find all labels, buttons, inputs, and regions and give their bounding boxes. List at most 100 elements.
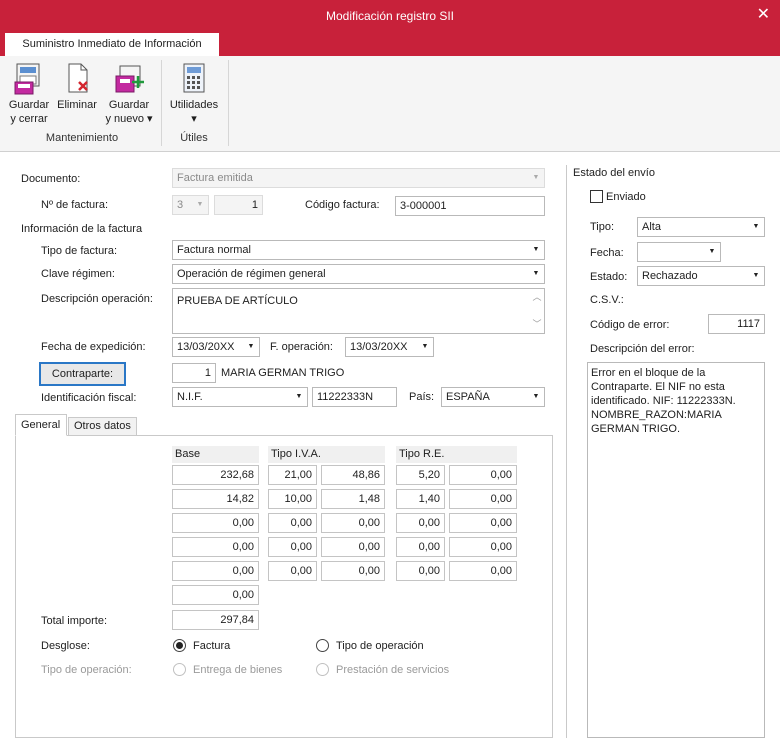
iva-tipo-cell[interactable]: 0,00 [268,537,317,557]
descripcion-scrollbar[interactable]: ︿ ﹀ [530,289,544,333]
delete-document-icon [68,63,88,93]
enviado-checkbox[interactable] [590,190,603,203]
utilidades-label: Utilidades [169,99,219,111]
re-cuota-cell[interactable]: 0,00 [449,561,517,581]
tab-general[interactable]: General [15,414,67,436]
desglose-factura-radio[interactable] [173,639,186,652]
nfactura-num-field: 1 [214,195,263,215]
iva-cuota-cell[interactable]: 0,00 [321,561,385,581]
iva-cuota-cell[interactable]: 0,00 [321,513,385,533]
descripcion-value: PRUEBA DE ARTÍCULO [177,295,298,307]
pais-value: ESPAÑA [446,391,490,403]
base-extra-cell[interactable]: 0,00 [172,585,259,605]
eliminar-button[interactable]: Eliminar [54,62,100,112]
re-tipo-cell[interactable]: 0,00 [396,561,445,581]
documento-value: Factura emitida [177,172,253,184]
total-importe-field: 297,84 [172,610,259,630]
re-cuota-cell[interactable]: 0,00 [449,489,517,509]
iva-tipo-cell[interactable]: 21,00 [268,465,317,485]
re-tipo-cell[interactable]: 0,00 [396,513,445,533]
descripcion-textarea[interactable]: PRUEBA DE ARTÍCULO ︿ ﹀ [172,288,545,334]
estado-value: Rechazado [642,270,698,282]
title-bar: Modificación registro SII ✕ [0,0,780,32]
guardar-cerrar-button[interactable]: Guardar y cerrar [6,62,52,126]
re-cuota-cell[interactable]: 0,00 [449,537,517,557]
estado-label: Estado: [590,271,628,283]
fecha-expedicion-field[interactable]: 13/03/20XX ▼ [172,337,260,357]
group-mantenimiento-label: Mantenimiento [45,132,119,144]
codigo-error-field[interactable]: 1117 [708,314,765,334]
re-tipo-cell[interactable]: 1,40 [396,489,445,509]
codigo-factura-field[interactable]: 3-000001 [395,196,545,216]
iva-cuota-cell[interactable]: 48,86 [321,465,385,485]
descripcion-error-textarea[interactable]: Error en el bloque de la Contraparte. El… [587,362,765,738]
prestacion-servicios-label: Prestación de servicios [336,664,450,676]
eliminar-label: Eliminar [57,99,97,111]
desglose-tipo-operacion-label: Tipo de operación [336,640,424,652]
close-icon[interactable]: ✕ [757,4,770,24]
tipo-value: Alta [642,221,661,233]
re-tipo-cell[interactable]: 0,00 [396,537,445,557]
base-cell[interactable]: 14,82 [172,489,259,509]
base-cell[interactable]: 0,00 [172,561,259,581]
total-importe-label: Total importe: [41,615,108,627]
base-cell[interactable]: 0,00 [172,537,259,557]
ribbon-separator [161,60,162,146]
tipo-factura-select[interactable]: Factura normal ▼ [172,240,545,260]
pais-label: País: [409,391,435,403]
clave-regimen-select[interactable]: Operación de régimen general ▼ [172,264,545,284]
estado-envio-heading: Estado del envío [573,167,655,179]
entrega-bienes-label: Entrega de bienes [193,664,283,676]
fecha-expedicion-value: 13/03/20XX [177,341,235,353]
desglose-factura-label: Factura [193,640,231,652]
fecha-label: Fecha: [590,247,624,259]
re-cuota-cell[interactable]: 0,00 [449,513,517,533]
scroll-up-icon[interactable]: ︿ [530,291,544,304]
base-cell[interactable]: 232,68 [172,465,259,485]
tipo-factura-label: Tipo de factura: [41,245,118,257]
desglose-tipo-operacion-radio[interactable] [316,639,329,652]
identificacion-num-field[interactable]: 11222333N [312,387,397,407]
contraparte-name: MARIA GERMAN TRIGO [221,367,345,379]
scroll-down-icon[interactable]: ﹀ [530,318,544,331]
chevron-down-icon: ▼ [752,223,760,230]
estado-select[interactable]: Rechazado ▼ [637,266,765,286]
tipo-select[interactable]: Alta ▼ [637,217,765,237]
fecha-field[interactable]: ▼ [637,242,721,262]
re-cuota-cell[interactable]: 0,00 [449,465,517,485]
nfactura-serie-select: 3 ▼ [172,195,209,215]
base-cell[interactable]: 0,00 [172,513,259,533]
iva-tipo-cell[interactable]: 0,00 [268,561,317,581]
iva-tipo-cell[interactable]: 0,00 [268,513,317,533]
utilidades-chevron-icon: ▾ [191,113,197,125]
iva-cuota-cell[interactable]: 0,00 [321,537,385,557]
codigo-factura-label: Código factura: [305,199,380,211]
utilidades-button[interactable]: Utilidades ▾ [166,62,222,126]
contraparte-num-field[interactable]: 1 [172,363,216,383]
panel-divider [566,165,567,738]
f-operacion-field[interactable]: 13/03/20XX ▼ [345,337,434,357]
guardar-nuevo-button[interactable]: Guardar y nuevo ▾ [103,62,155,126]
descripcion-label: Descripción operación: [41,293,153,305]
nfactura-label: Nº de factura: [41,199,108,211]
tipo-operacion-label: Tipo de operación: [41,664,132,676]
guardar-cerrar-label-2: y cerrar [10,113,48,125]
identificacion-label: Identificación fiscal: [41,392,137,404]
tab-otros-datos[interactable]: Otros datos [68,417,137,436]
pais-select[interactable]: ESPAÑA ▼ [441,387,545,407]
iva-cuota-cell[interactable]: 1,48 [321,489,385,509]
clave-regimen-label: Clave régimen: [41,268,115,280]
nfactura-serie-value: 3 [177,199,184,211]
calculator-icon [183,63,205,93]
f-operacion-label: F. operación: [270,341,333,353]
iva-tipo-cell[interactable]: 10,00 [268,489,317,509]
contraparte-button[interactable]: Contraparte: [39,362,126,386]
iva-column-header: Tipo I.V.A. [268,446,385,463]
codigo-error-label: Código de error: [590,319,670,331]
chevron-down-icon: ▼ [708,248,716,255]
chevron-down-icon: ▼ [532,246,540,253]
info-factura-heading: Información de la factura [21,223,143,235]
identificacion-tipo-select[interactable]: N.I.F. ▼ [172,387,308,407]
re-tipo-cell[interactable]: 5,20 [396,465,445,485]
ribbon-tab-sii[interactable]: Suministro Inmediato de Información [4,32,220,56]
